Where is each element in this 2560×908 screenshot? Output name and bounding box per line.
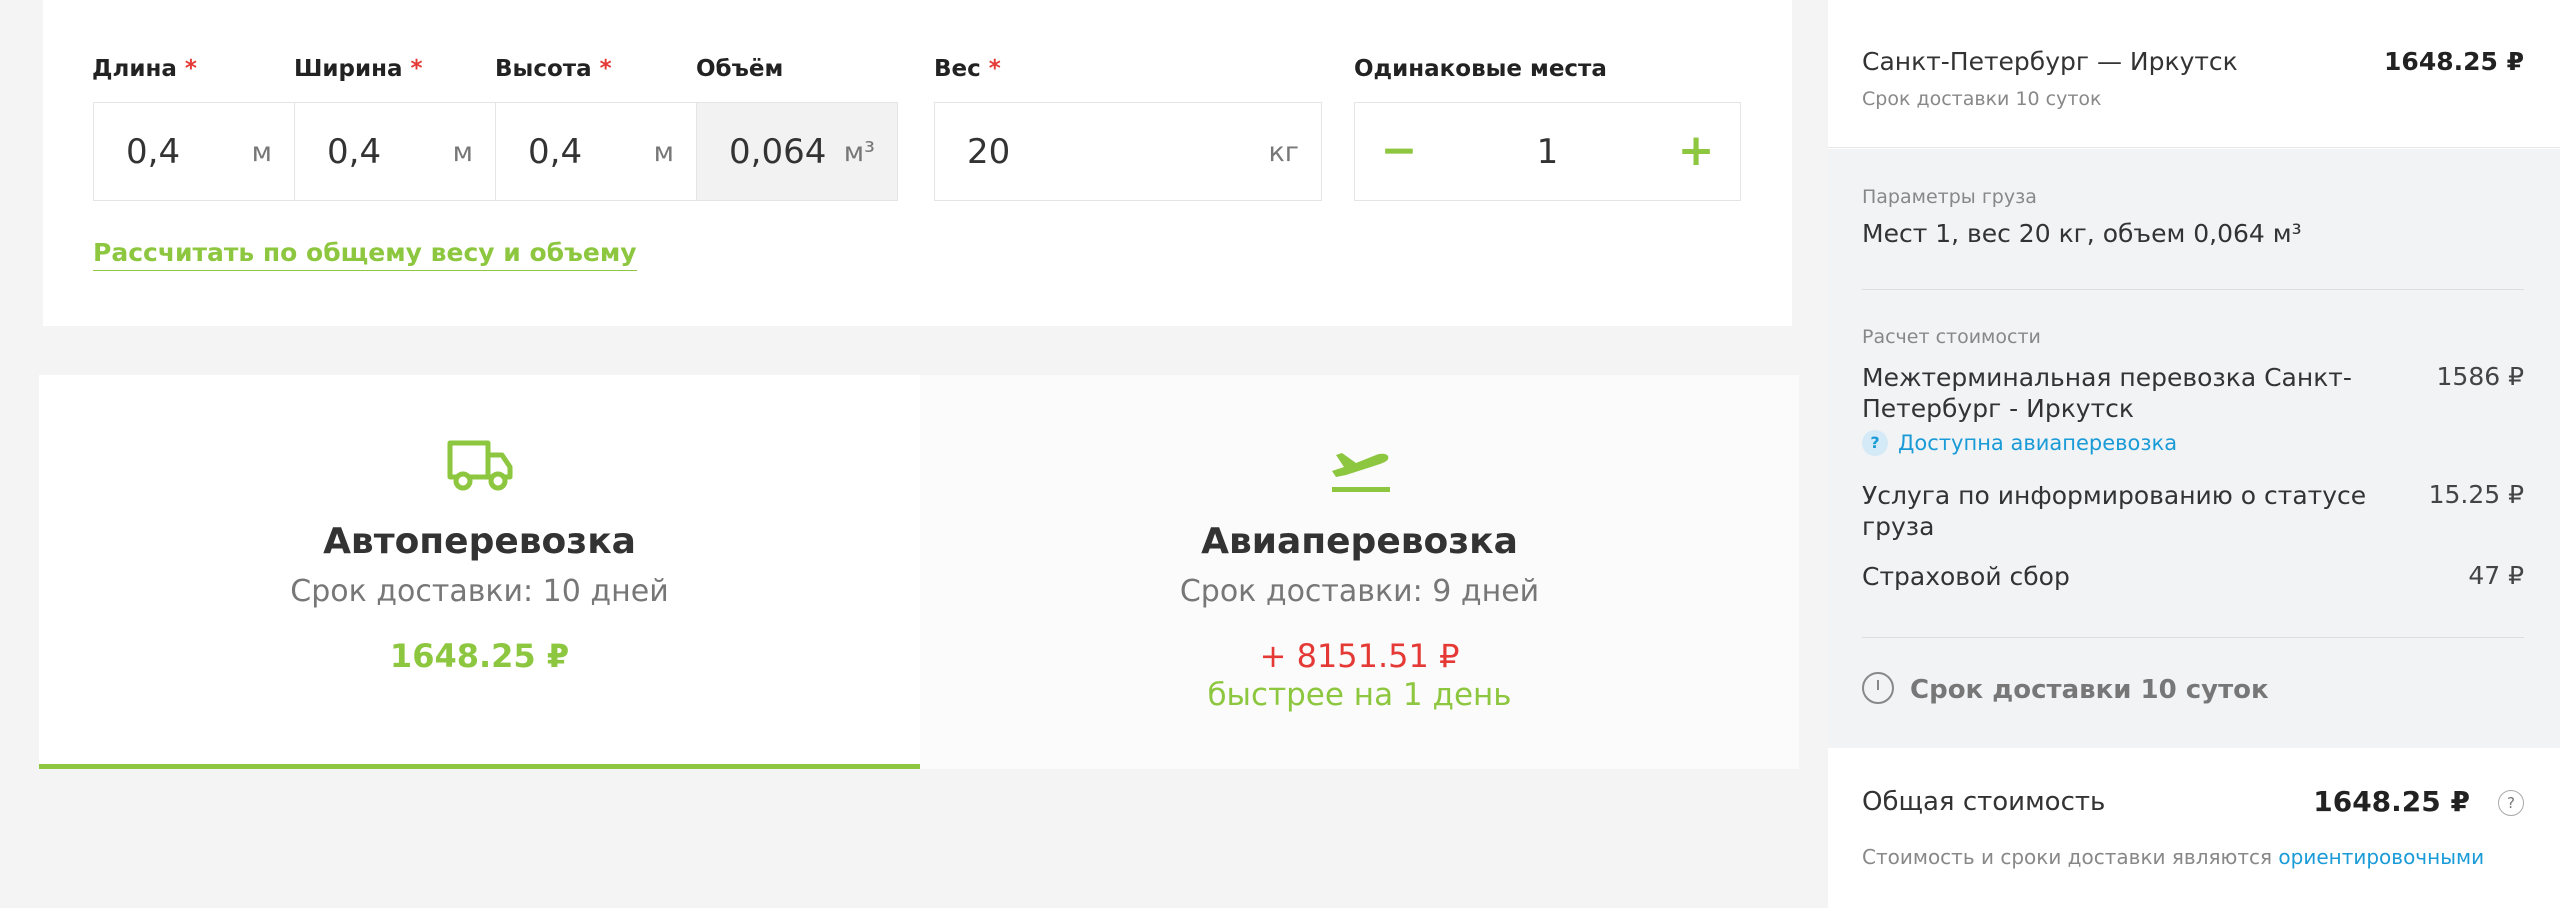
estimate-note: Стоимость и сроки доставки являются орие… — [1862, 845, 2485, 869]
height-input[interactable]: 0,4 м — [495, 102, 697, 201]
delivery-term-row: Срок доставки 10 суток — [1862, 672, 2269, 705]
clock-icon — [1862, 672, 1894, 704]
option-air[interactable]: Авиаперевозка Срок доставки: 9 дней + 81… — [920, 375, 1799, 769]
total-label: Общая стоимость — [1862, 787, 2106, 817]
option-air-term: Срок доставки: 9 дней — [1179, 574, 1540, 609]
option-auto[interactable]: Автоперевозка Срок доставки: 10 дней 164… — [39, 375, 920, 769]
help-icon: ? — [1862, 430, 1888, 456]
width-input[interactable]: 0,4 м — [294, 102, 496, 201]
length-input[interactable]: 0,4 м — [93, 102, 295, 201]
estimate-link[interactable]: ориентировочными — [2278, 845, 2484, 869]
option-air-extra-price: + 8151.51 ₽ — [1259, 637, 1460, 675]
order-summary: Санкт-Петербург — Иркутск 1648.25 ₽ Срок… — [1828, 0, 2560, 908]
option-auto-title: Автоперевозка — [323, 521, 636, 562]
volume-label: Объём — [696, 56, 784, 82]
option-auto-price: 1648.25 ₽ — [389, 637, 570, 675]
cost-line-price: 47 ₽ — [2468, 561, 2524, 590]
places-stepper: − 1 + — [1354, 102, 1741, 201]
cost-line-label: Услуга по информированию о статусе груза — [1862, 481, 2367, 541]
plus-button[interactable]: + — [1670, 125, 1722, 177]
length-label: Длина * — [92, 56, 197, 82]
width-label: Ширина * — [294, 56, 423, 82]
height-label: Высота * — [495, 56, 612, 82]
truck-icon — [447, 440, 512, 491]
cost-line-price: 1586 ₽ — [2436, 362, 2524, 391]
option-air-title: Авиаперевозка — [1201, 521, 1518, 562]
option-air-faster: быстрее на 1 день — [1207, 677, 1512, 713]
airplane-takeoff-icon — [1331, 453, 1390, 492]
summary-route-section: Санкт-Петербург — Иркутск 1648.25 ₽ Срок… — [1828, 0, 2560, 148]
cargo-params-label: Параметры груза — [1862, 186, 2037, 208]
places-label: Одинаковые места — [1354, 56, 1607, 82]
cargo-params-text: Мест 1, вес 20 кг, объем 0,064 м³ — [1862, 219, 2302, 248]
weight-input[interactable]: 20 кг — [934, 102, 1322, 201]
option-auto-term: Срок доставки: 10 дней — [290, 574, 669, 609]
total-price: 1648.25 ₽ — [2313, 785, 2470, 818]
route-term: Срок доставки 10 суток — [1862, 88, 2102, 110]
divider — [1862, 289, 2524, 290]
cost-line-label: Страховой сбор — [1862, 562, 2070, 591]
air-available-link[interactable]: ? Доступна авиаперевозка — [1862, 430, 2177, 456]
volume-readonly-field: 0,064 м³ — [696, 102, 898, 201]
recalc-total-link[interactable]: Рассчитать по общему весу и объему — [93, 238, 637, 271]
summary-total-section: Общая стоимость 1648.25 ₽ ? Стоимость и … — [1828, 748, 2560, 908]
total-help-icon[interactable]: ? — [2498, 790, 2524, 816]
cost-calc-label: Расчет стоимости — [1862, 326, 2041, 348]
cost-line-label: Межтерминальная перевозка Санкт-Петербур… — [1862, 363, 2352, 423]
cargo-form: Длина * Ширина * Высота * Объём Вес * Од… — [43, 0, 1792, 326]
route-name: Санкт-Петербург — Иркутск — [1862, 47, 2238, 76]
route-price: 1648.25 ₽ — [2384, 47, 2524, 76]
weight-label: Вес * — [934, 56, 1001, 82]
cost-line-price: 15.25 ₽ — [2428, 480, 2524, 509]
divider — [1862, 637, 2524, 638]
